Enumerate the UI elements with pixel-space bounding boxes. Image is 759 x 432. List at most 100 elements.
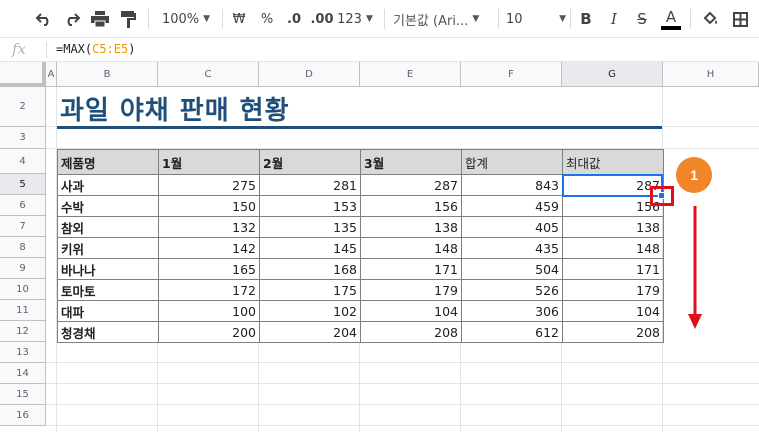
cell-max[interactable]: 148 (562, 237, 664, 259)
number-format-select[interactable]: 123 ▼ (337, 5, 373, 33)
cell-max[interactable]: 156 (562, 195, 664, 217)
font-family-select[interactable]: 기본값 (Ari... ▼ (393, 5, 489, 33)
row-header-6[interactable]: 6 (0, 195, 46, 216)
sales-table: 제품명 1월 2월 3월 합계 최대값 사과 275 281 287 843 2… (57, 149, 664, 343)
text-color-button[interactable]: A (660, 5, 682, 33)
column-header-g[interactable]: G (562, 62, 663, 87)
cell-sum[interactable]: 435 (461, 237, 563, 259)
cell-feb[interactable]: 153 (259, 195, 361, 217)
cell-jan[interactable]: 132 (158, 216, 260, 238)
cell-name[interactable]: 토마토 (57, 279, 159, 301)
zoom-select[interactable]: 100% ▼ (156, 5, 216, 33)
row-header-13[interactable]: 13 (0, 342, 46, 363)
undo-icon[interactable] (30, 5, 58, 33)
column-header-b[interactable]: B (57, 62, 158, 87)
row-header-15[interactable]: 15 (0, 384, 46, 405)
header-sum[interactable]: 합계 (461, 149, 563, 175)
row-header-9[interactable]: 9 (0, 258, 46, 279)
cell-name[interactable]: 수박 (57, 195, 159, 217)
cell-feb[interactable]: 175 (259, 279, 361, 301)
header-max[interactable]: 최대값 (562, 149, 664, 175)
row-header-2[interactable]: 2 (0, 87, 46, 127)
percent-format-button[interactable]: % (256, 5, 278, 33)
cell-name[interactable]: 키위 (57, 237, 159, 259)
font-size-select[interactable]: 10 ▼ (506, 5, 566, 33)
fill-handle[interactable] (658, 192, 665, 199)
increase-decimal-button[interactable]: .00 (309, 5, 335, 33)
select-all-corner[interactable] (0, 62, 46, 87)
row-header-5[interactable]: 5 (0, 174, 46, 195)
row-header-12[interactable]: 12 (0, 321, 46, 342)
cell-feb[interactable]: 204 (259, 321, 361, 343)
header-product[interactable]: 제품명 (57, 149, 159, 175)
row-header-11[interactable]: 11 (0, 300, 46, 321)
cell-jan[interactable]: 142 (158, 237, 260, 259)
column-header-c[interactable]: C (158, 62, 259, 87)
cell-feb[interactable]: 102 (259, 300, 361, 322)
cell-max-selected[interactable]: 287 (562, 174, 664, 196)
cell-feb[interactable]: 281 (259, 174, 361, 196)
column-header-h[interactable]: H (663, 62, 759, 87)
cell-feb[interactable]: 168 (259, 258, 361, 280)
cell-name[interactable]: 바나나 (57, 258, 159, 280)
cell-mar[interactable]: 208 (360, 321, 462, 343)
row-header-8[interactable]: 8 (0, 237, 46, 258)
cell-max[interactable]: 104 (562, 300, 664, 322)
row-header-4[interactable]: 4 (0, 149, 46, 174)
cell-jan[interactable]: 100 (158, 300, 260, 322)
paint-format-icon[interactable] (114, 5, 142, 33)
cell-jan[interactable]: 172 (158, 279, 260, 301)
cell-mar[interactable]: 171 (360, 258, 462, 280)
cell-mar[interactable]: 104 (360, 300, 462, 322)
cell-sum[interactable]: 306 (461, 300, 563, 322)
borders-icon[interactable] (728, 5, 752, 33)
cell-name[interactable]: 청경채 (57, 321, 159, 343)
column-header-a[interactable]: A (46, 62, 57, 87)
header-jan[interactable]: 1월 (158, 149, 260, 175)
cell-max[interactable]: 179 (562, 279, 664, 301)
fill-color-icon[interactable] (698, 5, 722, 33)
cell-sum[interactable]: 526 (461, 279, 563, 301)
cell-mar[interactable]: 148 (360, 237, 462, 259)
header-mar[interactable]: 3월 (360, 149, 462, 175)
row-header-16[interactable]: 16 (0, 405, 46, 426)
cell-name[interactable]: 대파 (57, 300, 159, 322)
cell-mar[interactable]: 179 (360, 279, 462, 301)
cell-sum[interactable]: 459 (461, 195, 563, 217)
row-header-10[interactable]: 10 (0, 279, 46, 300)
column-header-e[interactable]: E (360, 62, 461, 87)
cell-sum[interactable]: 504 (461, 258, 563, 280)
cell-name[interactable]: 참외 (57, 216, 159, 238)
cell-mar[interactable]: 287 (360, 174, 462, 196)
column-header-d[interactable]: D (259, 62, 360, 87)
row-header-7[interactable]: 7 (0, 216, 46, 237)
cell-sum[interactable]: 843 (461, 174, 563, 196)
strikethrough-button[interactable]: S (632, 5, 652, 33)
cell-mar[interactable]: 138 (360, 216, 462, 238)
cell-max[interactable]: 138 (562, 216, 664, 238)
row-header-14[interactable]: 14 (0, 363, 46, 384)
redo-icon[interactable] (58, 5, 86, 33)
cell-name[interactable]: 사과 (57, 174, 159, 196)
formula-input[interactable]: =MAX(C5:E5) (56, 42, 135, 56)
decrease-decimal-button[interactable]: .0 (282, 5, 306, 33)
formula-prefix: =MAX( (56, 42, 93, 56)
bold-button[interactable]: B (576, 5, 596, 33)
print-icon[interactable] (86, 5, 114, 33)
cell-jan[interactable]: 150 (158, 195, 260, 217)
cell-jan[interactable]: 200 (158, 321, 260, 343)
header-feb[interactable]: 2월 (259, 149, 361, 175)
italic-button[interactable]: I (604, 5, 624, 33)
cell-jan[interactable]: 165 (158, 258, 260, 280)
cell-max[interactable]: 171 (562, 258, 664, 280)
row-header-3[interactable]: 3 (0, 127, 46, 149)
cell-jan[interactable]: 275 (158, 174, 260, 196)
cell-mar[interactable]: 156 (360, 195, 462, 217)
currency-format-button[interactable]: ₩ (228, 5, 250, 33)
cell-sum[interactable]: 612 (461, 321, 563, 343)
cell-feb[interactable]: 145 (259, 237, 361, 259)
column-header-f[interactable]: F (461, 62, 562, 87)
cell-sum[interactable]: 405 (461, 216, 563, 238)
cell-feb[interactable]: 135 (259, 216, 361, 238)
cell-max[interactable]: 208 (562, 321, 664, 343)
